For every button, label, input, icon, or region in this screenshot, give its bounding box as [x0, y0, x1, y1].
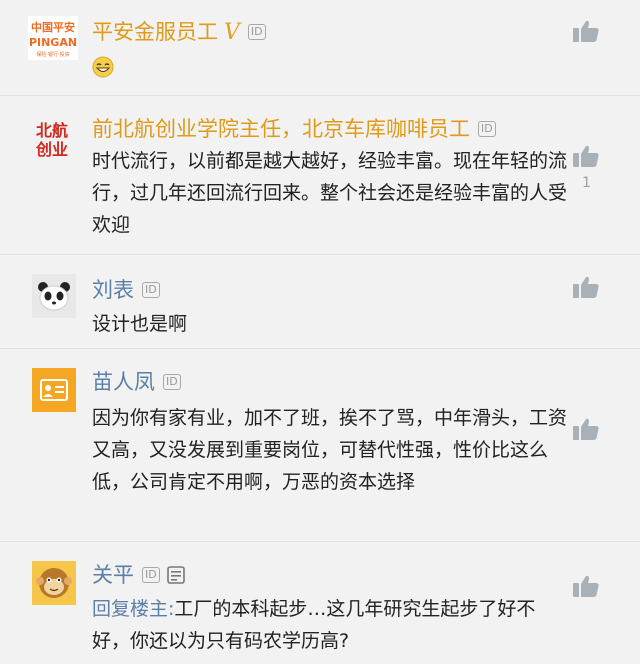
avatar[interactable]: 北航 创业	[30, 117, 74, 161]
comment-text: 设计也是啊	[92, 313, 188, 335]
like-thumb-icon[interactable]	[572, 143, 600, 169]
id-badge: ID	[247, 24, 266, 40]
comment-item: 北航 创业 前北航创业学院主任，北京车库咖啡员工 ID 时代流行，以前都是越大越…	[0, 97, 640, 255]
id-badge: ID	[142, 567, 160, 583]
comment-item: 苗人凤 ID 因为你有家有业，加不了班，挨不了骂，中年滑头，工资又高，又没发展到…	[0, 350, 640, 542]
comment-item: 关平 ID 回复楼主:工厂的本科起步…这几年研究生起步了好不好，你还以为只有码农…	[0, 543, 640, 664]
like-thumb-icon[interactable]	[572, 573, 600, 599]
avatar-line2: 创业	[35, 140, 68, 159]
name-row: 前北航创业学院主任，北京车库咖啡员工 ID	[92, 115, 496, 143]
avatar-brand-en: PINGAN	[29, 36, 77, 49]
avatar[interactable]: 中国平安 PINGAN 保险·银行·投资	[28, 16, 78, 60]
id-badge: ID	[478, 121, 496, 137]
comment-text: 时代流行，以前都是越大越好，经验丰富。现在年轻的流行，过几年还回流行回来。整个社…	[92, 150, 568, 236]
reply-prefix[interactable]: 回复楼主:	[92, 598, 174, 620]
comment-text: 回复楼主:工厂的本科起步…这几年研究生起步了好不好，你还以为只有码农学历高?	[92, 593, 572, 657]
like-count: 1	[582, 175, 591, 191]
username[interactable]: 刘表	[92, 276, 134, 304]
avatar-tagline: 保险·银行·投资	[36, 51, 69, 58]
note-icon	[166, 565, 186, 585]
smile-emoji-icon	[92, 56, 114, 78]
username[interactable]: 平安金服员工	[92, 18, 218, 46]
name-row: 苗人凤 ID	[92, 368, 181, 396]
avatar-line1: 北航	[36, 121, 68, 140]
like-thumb-icon[interactable]	[572, 274, 600, 300]
name-row: 关平 ID	[92, 561, 186, 589]
name-row: 刘表 ID	[92, 276, 160, 304]
username[interactable]: 苗人凤	[92, 368, 155, 396]
comment-item: 中国平安 PINGAN 保险·银行·投资 平安金服员工 V ID	[0, 0, 640, 96]
comment-item: 刘表 ID 设计也是啊	[0, 256, 640, 349]
panda-avatar-icon[interactable]	[32, 274, 76, 318]
id-badge: ID	[163, 374, 181, 390]
id-badge: ID	[142, 282, 160, 298]
avatar-brand-cn: 中国平安	[31, 20, 75, 34]
like-thumb-icon[interactable]	[572, 18, 600, 44]
username[interactable]: 前北航创业学院主任，北京车库咖啡员工	[92, 115, 470, 143]
monkey-avatar-icon[interactable]	[32, 561, 76, 605]
comment-text: 因为你有家有业，加不了班，挨不了骂，中年滑头，工资又高，又没发展到重要岗位，可替…	[92, 407, 568, 493]
name-row: 平安金服员工 V ID	[92, 18, 266, 46]
verified-badge: V	[224, 19, 240, 45]
like-thumb-icon[interactable]	[572, 416, 600, 442]
username[interactable]: 关平	[92, 561, 134, 589]
id-card-avatar-icon[interactable]	[32, 368, 76, 412]
